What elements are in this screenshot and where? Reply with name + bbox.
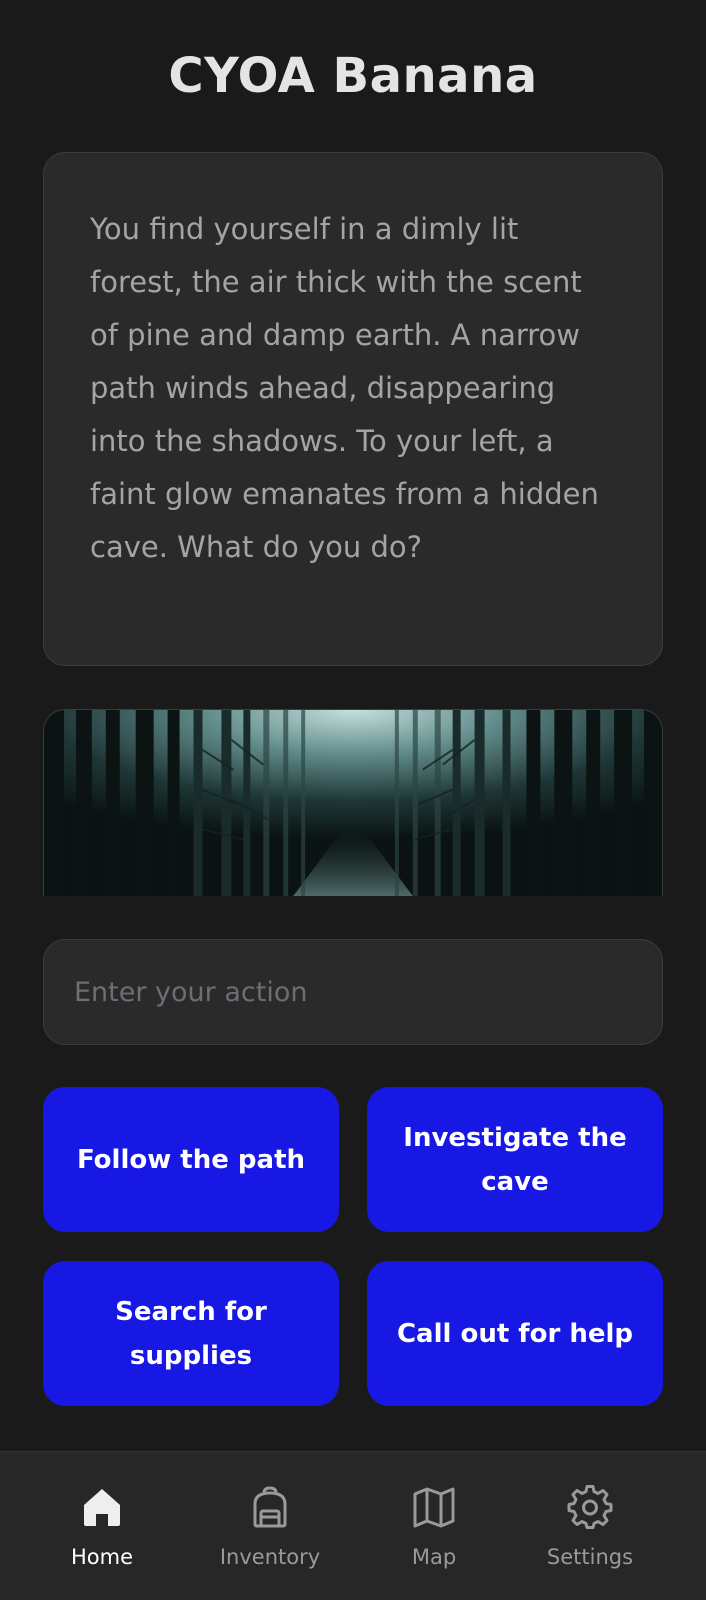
scene-image bbox=[43, 709, 663, 896]
backpack-icon bbox=[253, 1486, 287, 1528]
gear-icon bbox=[567, 1485, 613, 1529]
choice-call-for-help-button[interactable]: Call out for help bbox=[367, 1261, 663, 1406]
story-card: You find yourself in a dimly lit forest,… bbox=[43, 152, 663, 666]
nav-item-settings[interactable]: Settings bbox=[502, 1452, 678, 1600]
nav-item-home[interactable]: Home bbox=[14, 1452, 190, 1600]
forest-illustration bbox=[44, 710, 662, 896]
nav-item-map[interactable]: Map bbox=[346, 1452, 522, 1600]
choice-investigate-cave-button[interactable]: Investigate the cave bbox=[367, 1087, 663, 1232]
bottom-navigation: Home Inventory Map Settings bbox=[0, 1451, 706, 1600]
nav-label-home: Home bbox=[70, 1545, 133, 1569]
app-title: CYOA Banana bbox=[168, 48, 538, 104]
app-screen: CYOA Banana You find yourself in a dimly… bbox=[0, 0, 706, 1600]
action-input[interactable] bbox=[43, 939, 663, 1045]
map-icon bbox=[413, 1487, 455, 1528]
choice-follow-path-button[interactable]: Follow the path bbox=[43, 1087, 339, 1232]
story-text: You find yourself in a dimly lit forest,… bbox=[90, 212, 599, 564]
home-icon bbox=[84, 1489, 120, 1526]
nav-item-inventory[interactable]: Inventory bbox=[182, 1452, 358, 1600]
nav-label-map: Map bbox=[411, 1545, 457, 1569]
choice-search-supplies-button[interactable]: Search for supplies bbox=[43, 1261, 339, 1406]
nav-label-inventory: Inventory bbox=[219, 1545, 321, 1569]
nav-label-settings: Settings bbox=[546, 1545, 634, 1569]
